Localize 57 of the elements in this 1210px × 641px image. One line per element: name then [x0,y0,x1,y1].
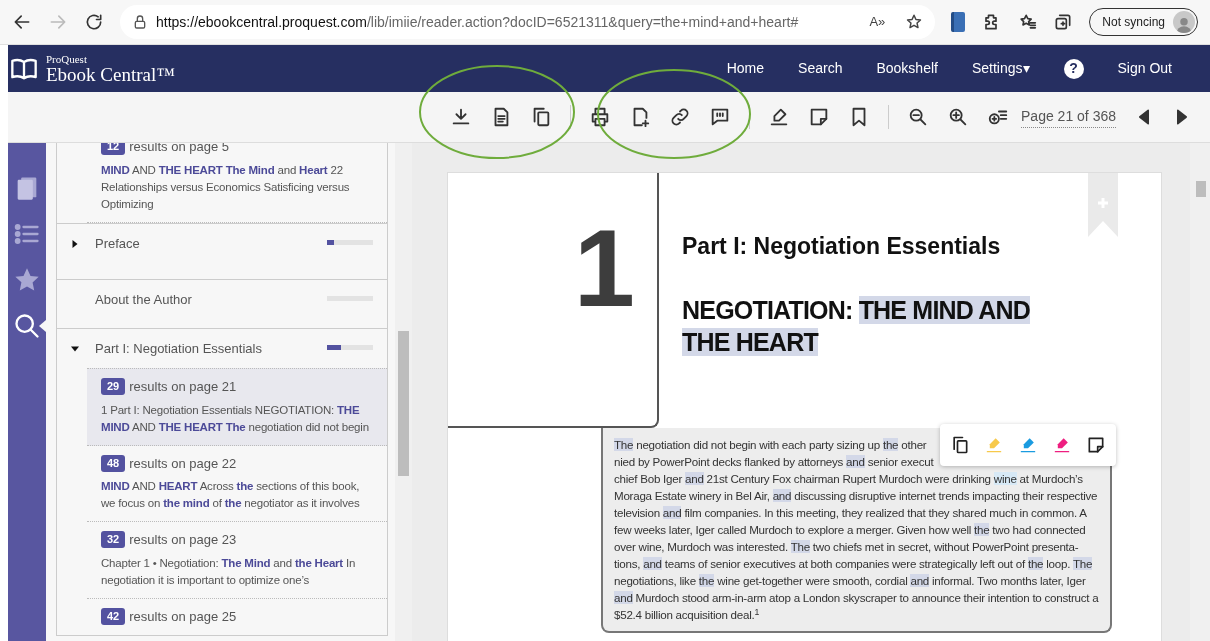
result-snippet: Chapter 1 • Negotiation: The Mind and the Heart In negotiation it is important to optimize one’s [101,555,357,588]
progress-bar [327,239,373,245]
search-result[interactable]: 29 results on page 21 1 Part I: Negotiation Essentials NEGOTIATION: THE MIND AND THE HEART The negotiation did not begin [87,368,387,446]
search-result[interactable]: 48 results on page 22 MIND AND HEART Across the sections of this book, we focus on the mind of the negotiator as it involves [87,445,387,522]
count-badge: 12 [101,143,126,156]
zoom-in-icon[interactable] [947,106,969,128]
result-snippet: MIND AND THE HEART The Mind and Heart 22 Relationships versus Economics Satisficing versus Optimizing [101,162,351,212]
note-icon[interactable] [808,106,830,128]
copy-icon[interactable] [950,435,970,455]
link-icon[interactable] [669,106,691,128]
refresh-icon[interactable] [84,12,104,32]
highlighter-icon[interactable] [768,106,790,128]
count-badge: 48 [101,454,126,472]
result-label: results on page 22 [129,454,237,473]
body-paragraph: The negotiation did not begin with each party sizing up the other nied by PowerPoint decks flanked by attorneys and senior execut chief Bob Iger and 21st Century Fox chairman Rupert Murdoch were drinking wine at Murdoch’s Moraga Estate winery in Bel Air, and discussing disruptive internet trends impacting their respective television and film companies. In this meeting, they realized that they shared much in common. A few weeks later, Iger called Murdoch to explore a merger. Given how well the two had connected over wine, Murdoch was interested. The two chiefs met in secret, without PowerPoint presenta- tions, and teams of senior executives at both companies were strategically left out of the loop. The negotiations, like the wine get-together were smooth, cordial and informal. Two months later, Iger and Murdoch stood arm-in-arm atop a London skyscraper to announce their intention to construct a $52.4 billion acquisition deal.$^{1}$ [601,428,1112,633]
collections-icon[interactable] [1053,12,1074,32]
brand-label: ProQuest [46,53,88,65]
section-title[interactable]: Preface [95,233,327,253]
read-aloud-icon[interactable]: A» [869,12,886,32]
search-result[interactable]: 42 results on page 25 [87,598,387,635]
zoom-out-icon[interactable] [907,106,929,128]
chapter-number: 1 [573,213,635,323]
result-snippet: MIND AND HEART Across the sections of this book, we focus on the mind of the negotiator as it involves [101,479,361,511]
result-label: results on page 21 [129,378,237,396]
result-label: results on page 23 [129,531,237,549]
book-icon[interactable] [951,12,966,32]
part-title: Part I: Negotiation Essentials [682,232,1002,261]
count-badge: 32 [101,531,126,549]
nav-link[interactable]: Home [726,58,765,79]
result-snippet: 1 Part I: Negotiation Essentials NEGOTIATION: THE MIND AND THE HEART The negotiation did not begin [101,402,370,435]
back-icon[interactable] [12,12,32,32]
nav-link[interactable]: Search [798,58,843,79]
chapter-title: NEGOTIATION: THE MIND AND THE HEART [682,294,1032,358]
favorites-icon[interactable] [1017,12,1038,32]
lock-icon [132,14,148,30]
scrollbar[interactable] [395,143,412,641]
search-icon[interactable] [13,312,41,340]
brand-title: Ebook Central™ [46,64,175,84]
avatar-icon [1173,11,1195,33]
print-icon[interactable] [589,106,611,128]
search-result[interactable]: 32 results on page 23 Chapter 1 • Negotiation: The Mind and the Heart In negotiation it is important to optimize one’s [87,522,387,599]
speech-bubble-icon[interactable] [709,106,731,128]
scrollbar[interactable] [1190,143,1210,641]
nav-link[interactable]: Bookshelf [876,58,938,79]
note-icon[interactable] [1086,435,1106,455]
count-badge: 42 [101,607,126,625]
section-title[interactable]: About the Author [95,290,327,310]
page-indicator: Page 21 of 368 [1021,106,1116,128]
count-badge: 29 [101,378,126,396]
help-icon[interactable]: ? [1063,58,1084,79]
progress-bar [327,344,373,350]
sign-out-link[interactable]: Sign Out [1117,58,1172,79]
nav-link[interactable]: Settings▾ [971,58,1030,79]
result-label: results on page 25 [129,607,237,626]
star-icon[interactable] [905,13,924,31]
address-bar[interactable]: https://ebookcentral.proquest.com/lib/imiie/reader.action?docID=6521311&query=the+mind+and+heart# A» [120,5,936,39]
section-title[interactable]: Part I: Negotiation Essentials [95,338,327,358]
